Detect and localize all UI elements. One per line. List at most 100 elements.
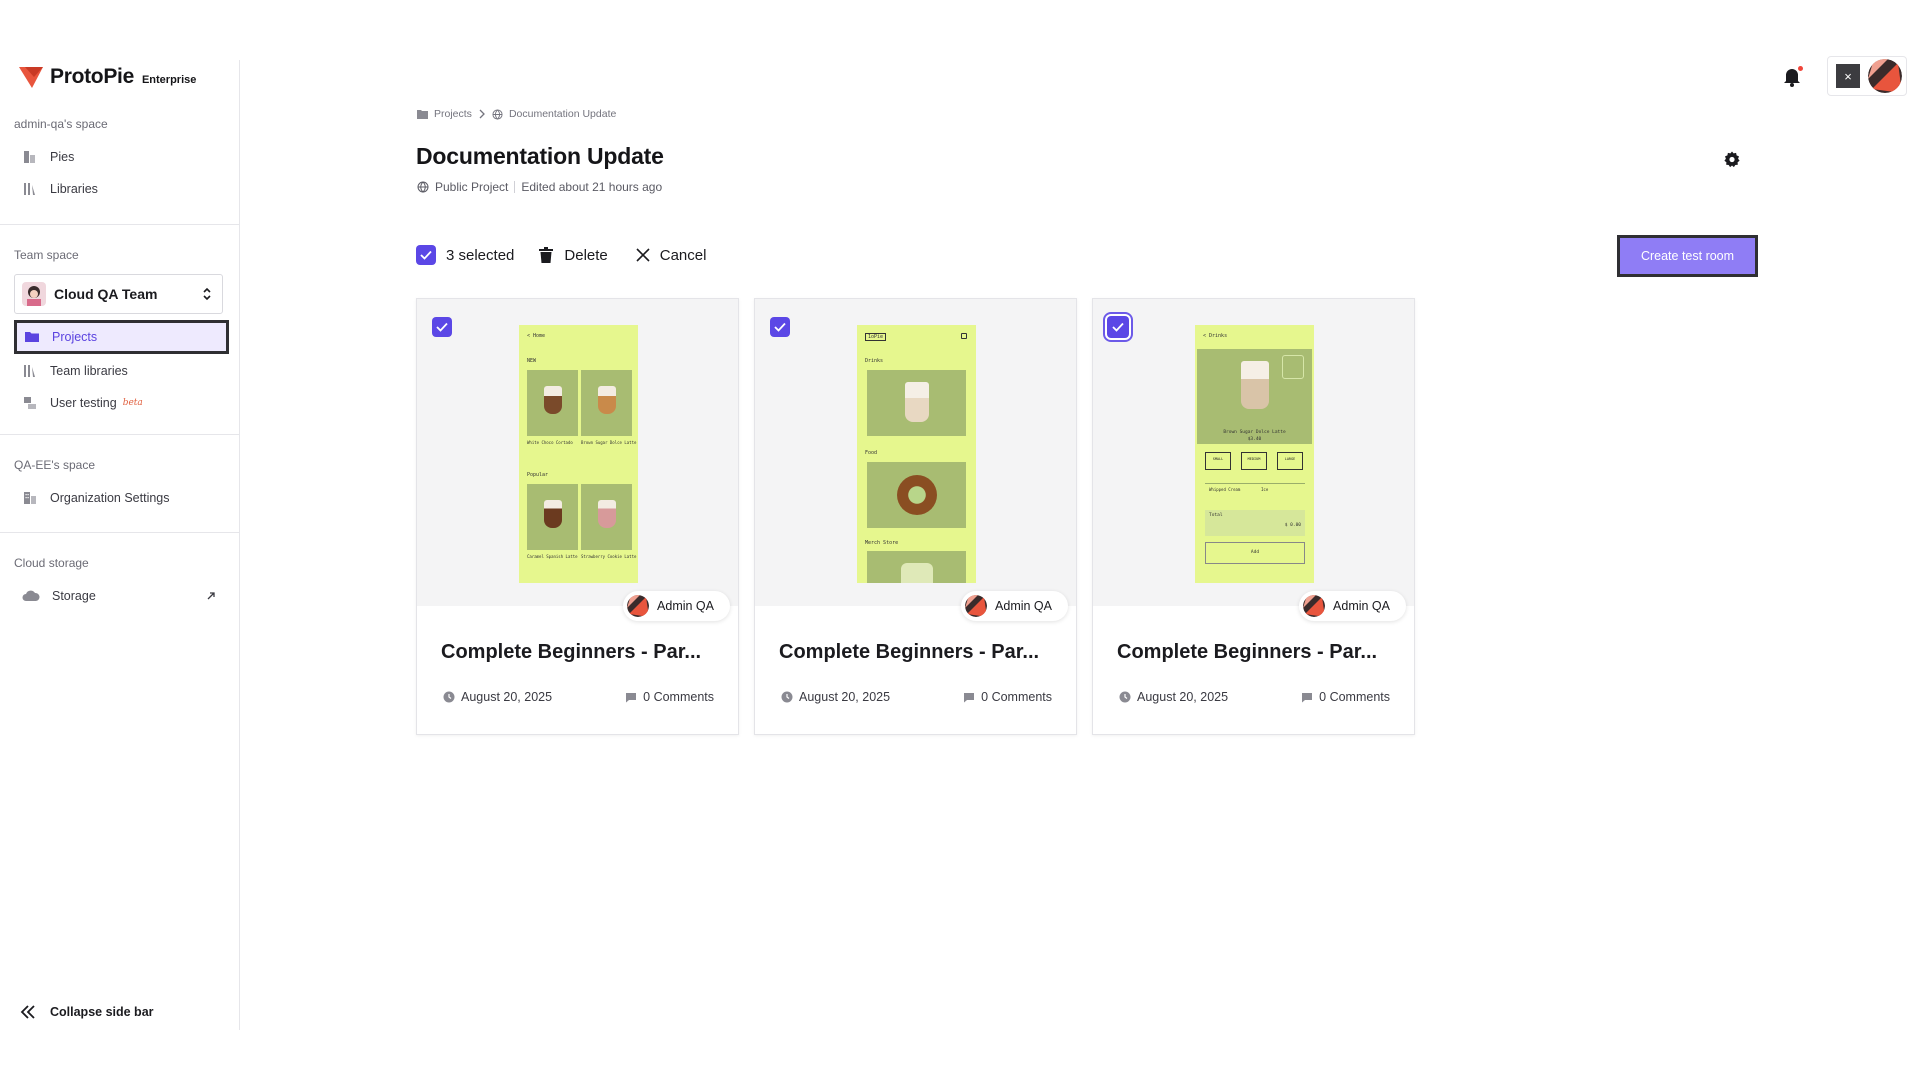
owner-avatar — [627, 595, 650, 617]
close-button[interactable]: × — [1836, 64, 1860, 88]
breadcrumb: Projects Documentation Update — [417, 108, 616, 120]
check-icon — [1112, 322, 1124, 332]
libraries-icon — [24, 183, 35, 195]
screen-header: 1oPie — [865, 333, 887, 341]
pie-date-text: August 20, 2025 — [799, 690, 891, 704]
owner-name: Admin QA — [995, 599, 1052, 613]
drink-caption: Brown Sugar Dolce Latte — [581, 440, 637, 445]
team-name: Cloud QA Team — [54, 286, 158, 302]
chevron-right-icon — [479, 109, 485, 119]
pie-comments: 0 Comments — [625, 690, 714, 704]
delete-label: Delete — [564, 246, 608, 264]
sidebar-item-label: Libraries — [50, 182, 98, 196]
breadcrumb-projects[interactable]: Projects — [434, 108, 472, 120]
pie-comments: 0 Comments — [963, 690, 1052, 704]
pie-date: August 20, 2025 — [1119, 690, 1228, 704]
sidebar-item-label: User testing — [50, 396, 117, 410]
pie-date-text: August 20, 2025 — [1137, 690, 1229, 704]
drink-image — [544, 386, 562, 414]
sidebar-item-label: Organization Settings — [50, 491, 170, 505]
drink-tile — [581, 484, 632, 550]
delete-button[interactable]: Delete — [538, 246, 608, 264]
pie-card[interactable]: < Home NEW White Choco Cortado Brown Sug… — [416, 298, 739, 735]
tshirt-image — [901, 563, 933, 583]
separator — [514, 181, 516, 193]
drink-caption: Caramel Spanish Latte — [527, 554, 578, 559]
sidebar-item-user-testing[interactable]: User testing beta — [14, 388, 228, 418]
option-label: Whipped Cream — [1209, 487, 1241, 492]
card-checkbox[interactable] — [1107, 316, 1129, 338]
pie-title: Complete Beginners - Par... — [1117, 641, 1378, 663]
owner-chip: Admin QA — [623, 591, 730, 621]
pie-thumbnail: 1oPie Drinks Food Merch Store — [755, 299, 1076, 606]
user-avatar[interactable] — [1868, 59, 1902, 93]
sidebar-item-libraries[interactable]: Libraries — [14, 174, 228, 204]
pie-thumbnail: < Home NEW White Choco Cortado Brown Sug… — [417, 299, 738, 606]
team-avatar — [22, 282, 46, 306]
external-link-icon — [207, 592, 215, 600]
select-all-toggle[interactable]: 3 selected — [416, 245, 514, 265]
pie-date: August 20, 2025 — [443, 690, 552, 704]
libraries-icon — [24, 365, 35, 377]
owner-chip: Admin QA — [961, 591, 1068, 621]
screen-header: < Home — [527, 333, 546, 339]
pie-thumbnail: < Drinks Brown Sugar Dolce Latte $3.40 S… — [1093, 299, 1414, 606]
user-testing-icon — [24, 397, 36, 409]
merch-tile — [867, 551, 966, 583]
total-box: Total $ 0.00 — [1205, 510, 1305, 536]
owner-name: Admin QA — [657, 599, 714, 613]
badge-icon — [1282, 355, 1304, 379]
comment-icon — [1302, 692, 1313, 702]
cancel-button[interactable]: Cancel — [636, 246, 707, 264]
card-checkbox[interactable] — [770, 317, 790, 337]
folder-icon — [417, 109, 428, 119]
create-test-room-button[interactable]: Create test room — [1617, 235, 1758, 277]
user-menu: × — [1827, 56, 1907, 96]
screen-section: Drinks — [865, 358, 884, 364]
option-label: Ice — [1261, 487, 1269, 492]
drink-tile — [581, 370, 632, 436]
sidebar-item-organization-settings[interactable]: Organization Settings — [14, 483, 228, 513]
project-edited: Edited about 21 hours ago — [521, 180, 663, 194]
owner-avatar — [965, 595, 988, 617]
protopie-logo[interactable]: ProtoPie Enterprise — [18, 64, 196, 90]
sidebar-item-label: Projects — [52, 330, 98, 344]
divider — [1205, 483, 1305, 484]
select-all-checkbox[interactable] — [416, 245, 436, 265]
pie-card[interactable]: < Drinks Brown Sugar Dolce Latte $3.40 S… — [1092, 298, 1415, 735]
total-value: $ 0.00 — [1284, 523, 1301, 528]
size-option: MEDIUM — [1241, 452, 1267, 470]
gear-icon — [1724, 151, 1740, 168]
clock-icon — [443, 691, 455, 703]
cancel-label: Cancel — [659, 246, 707, 264]
org-space-label: QA-EE's space — [14, 458, 95, 472]
drink-caption: Strawberry Cookie Latte — [581, 554, 637, 559]
pie-title: Complete Beginners - Par... — [779, 641, 1040, 663]
sidebar-item-pies[interactable]: Pies — [14, 142, 228, 172]
team-selector[interactable]: Cloud QA Team — [14, 274, 223, 314]
comment-icon — [964, 692, 975, 702]
notifications-button[interactable] — [1780, 64, 1804, 88]
collapse-sidebar-button[interactable]: Collapse side bar — [20, 1004, 154, 1020]
sidebar-item-label: Pies — [50, 150, 75, 164]
card-checkbox[interactable] — [432, 317, 452, 337]
food-tile — [867, 462, 966, 528]
drink-image — [598, 500, 616, 528]
sidebar-item-team-libraries[interactable]: Team libraries — [14, 356, 228, 386]
pie-card[interactable]: 1oPie Drinks Food Merch Store Admin QA C… — [754, 298, 1077, 735]
sidebar-item-label: Storage — [52, 589, 96, 603]
sidebar-item-projects[interactable]: Projects — [14, 320, 229, 354]
sidebar-item-storage[interactable]: Storage — [14, 581, 228, 611]
project-settings-button[interactable] — [1722, 150, 1742, 170]
drink-image — [598, 386, 616, 414]
drink-tile — [867, 370, 966, 436]
product-price: $3.40 — [1247, 437, 1262, 442]
pie-comments-text: 0 Comments — [643, 690, 714, 704]
project-visibility: Public Project — [435, 180, 509, 194]
divider — [0, 434, 240, 435]
clock-icon — [1119, 691, 1131, 703]
comment-icon — [626, 692, 637, 702]
pie-comments-text: 0 Comments — [1319, 690, 1390, 704]
owner-avatar — [1303, 595, 1326, 617]
product-name: Brown Sugar Dolce Latte — [1223, 430, 1286, 435]
